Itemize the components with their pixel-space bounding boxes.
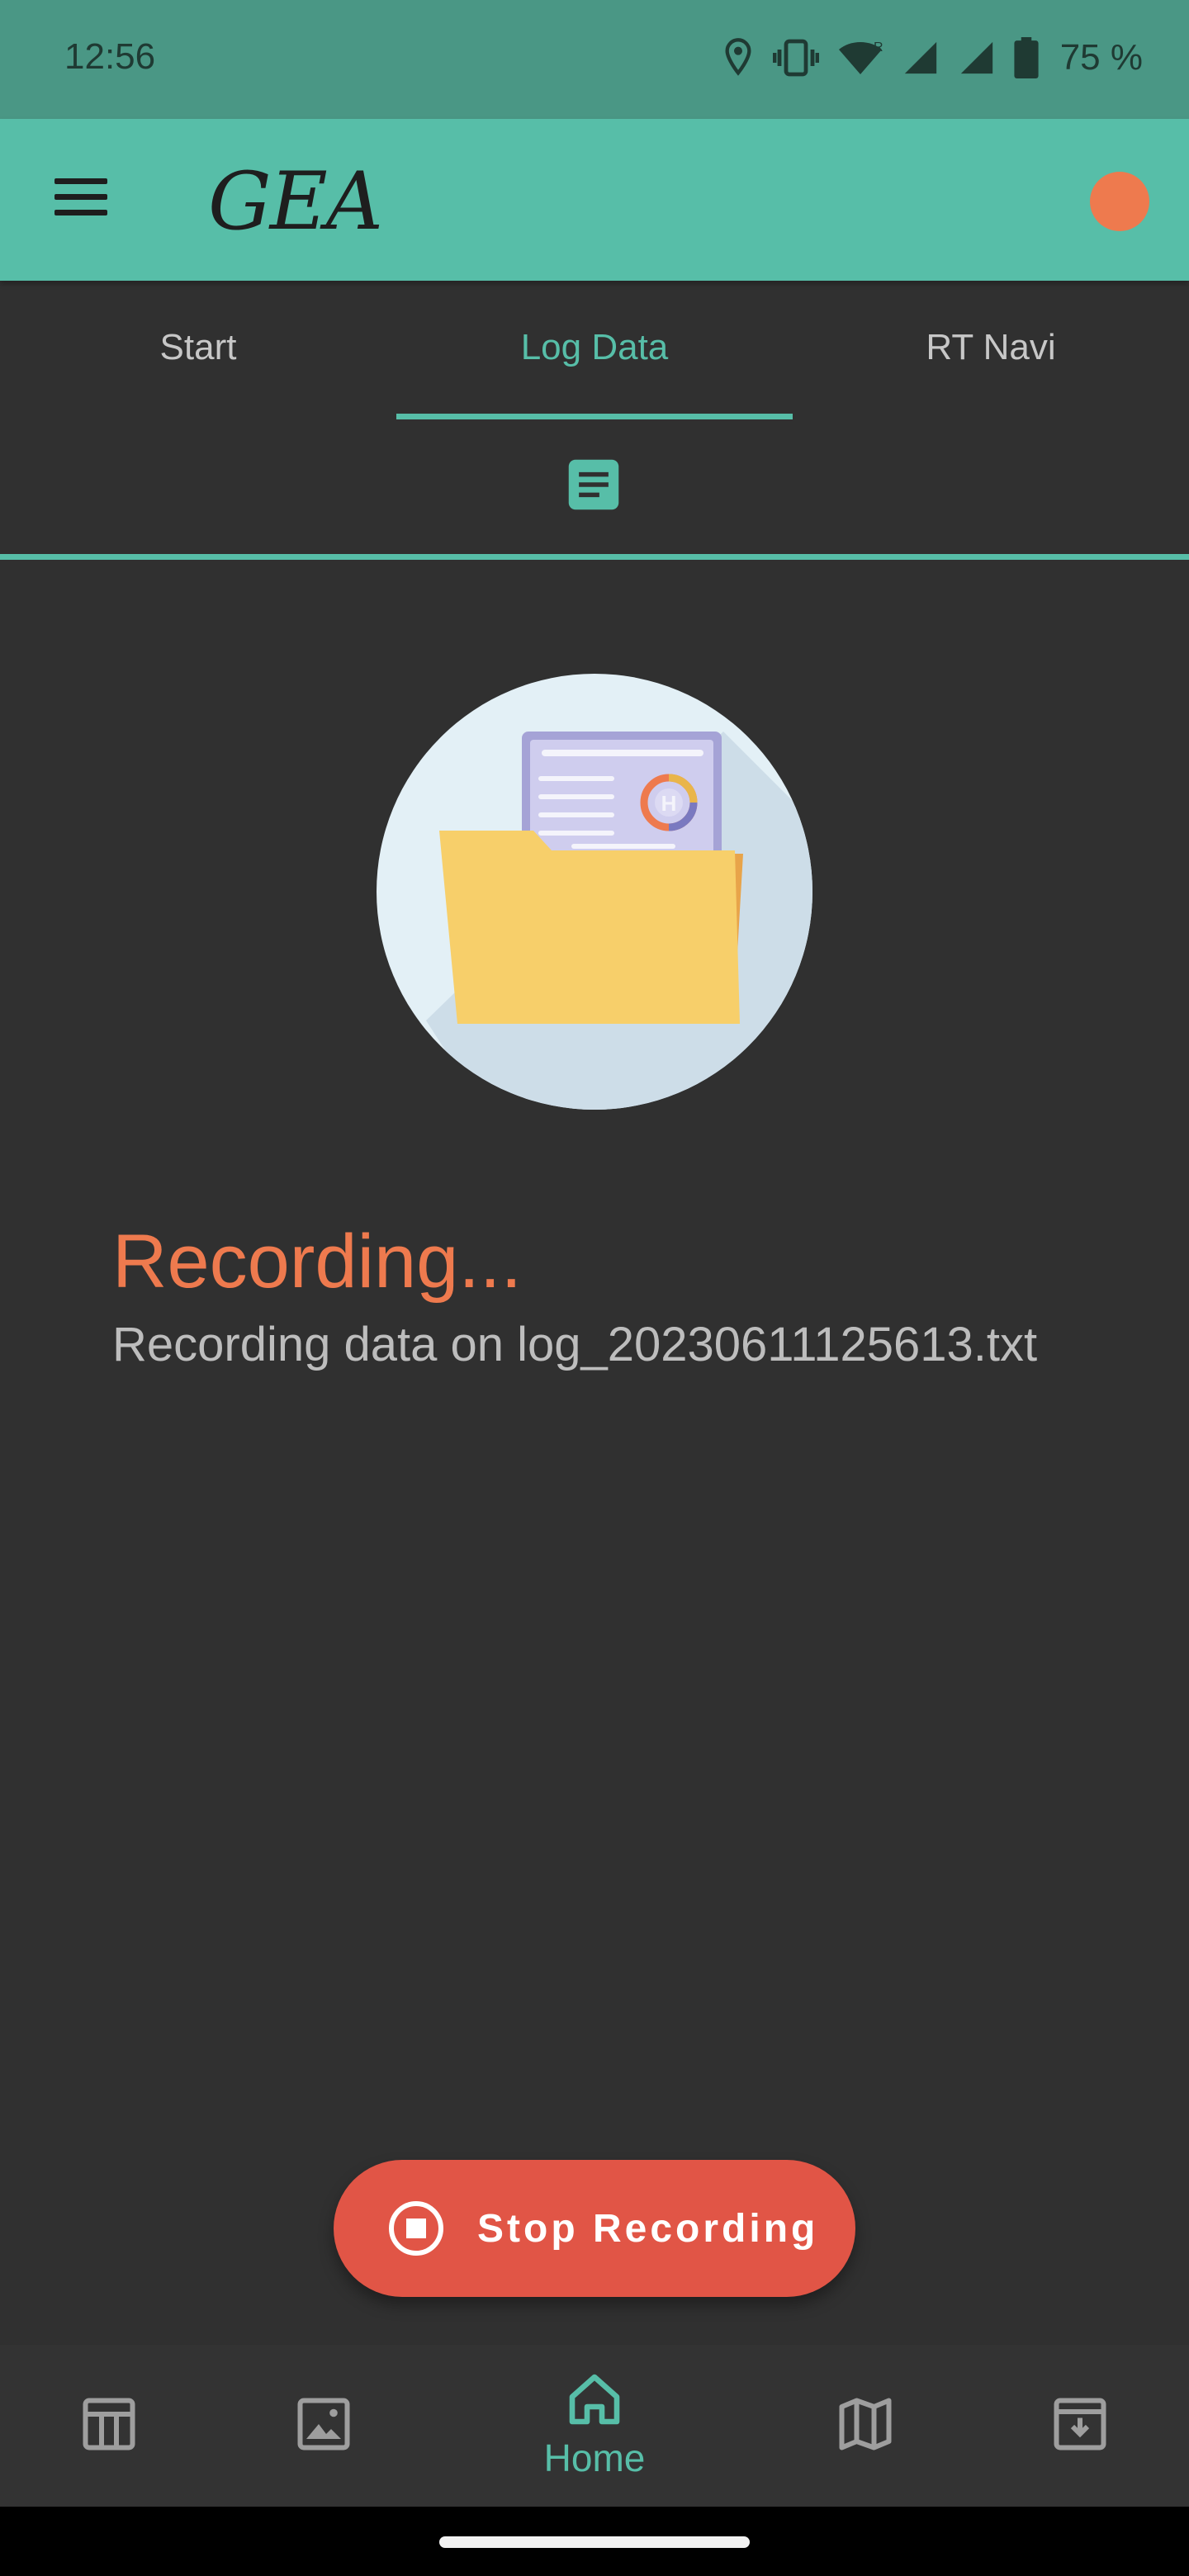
recording-subtitle: Recording data on log_20230611125613.txt [112,1318,1038,1371]
battery-percentage: 75 % [1059,37,1143,78]
nav-item-archive[interactable] [1050,2345,1110,2507]
tab-log-data[interactable]: Log Data [396,281,793,419]
app-logo: GEA [208,155,383,248]
recording-status-dot[interactable] [1090,172,1149,231]
tab-start[interactable]: Start [0,281,396,419]
vibrate-icon [772,39,819,77]
nav-item-map[interactable] [836,2345,895,2507]
svg-text:H: H [661,791,677,816]
map-icon [839,2398,892,2451]
stop-circle-icon [389,2201,443,2256]
folder-illustration: H [377,674,812,1110]
home-icon [569,2374,620,2425]
signal-icon [960,41,992,74]
bottom-navigation: Home [0,2345,1189,2507]
subtab-bar [0,419,1189,560]
status-icons: R 75 % [722,33,1143,83]
archive-download-icon [1054,2398,1106,2451]
stop-recording-label: Stop Recording [477,2206,819,2251]
location-icon [725,38,751,76]
nav-item-image[interactable] [294,2345,353,2507]
status-time: 12:56 [64,36,156,77]
nav-item-home[interactable]: Home [512,2345,677,2507]
signal-roaming-icon [904,41,936,74]
svg-text:R: R [874,40,883,54]
document-icon[interactable] [566,457,621,512]
hamburger-menu-icon[interactable] [46,170,116,230]
system-navigation-bar [0,2507,1189,2576]
recording-title: Recording... [112,1219,523,1304]
table-icon [83,2398,135,2451]
nav-label-home: Home [543,2436,646,2479]
nav-item-table[interactable] [79,2345,139,2507]
tab-rt-navi[interactable]: RT Navi [793,281,1189,419]
battery-icon [1014,37,1039,78]
wifi-icon: R [838,40,883,74]
stop-recording-button[interactable]: Stop Recording [334,2160,855,2297]
app-bar: GEA [0,119,1189,281]
home-gesture-pill[interactable] [439,2536,750,2548]
tab-bar: Start Log Data RT Navi [0,281,1189,419]
status-bar: 12:56 R 75 % [0,0,1189,119]
image-icon [297,2398,350,2451]
